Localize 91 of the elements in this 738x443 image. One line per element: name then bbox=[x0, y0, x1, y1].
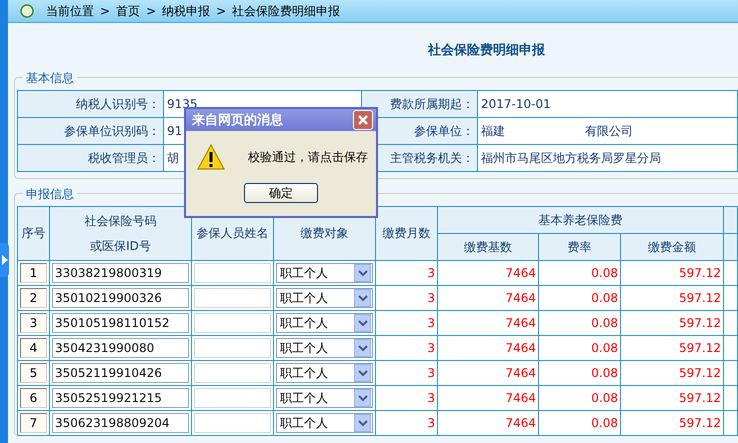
table-cell: 597.12 bbox=[620, 260, 724, 286]
arrow-right-icon bbox=[2, 255, 8, 265]
table-cell: 597.12 bbox=[620, 336, 724, 360]
index-field[interactable]: 4 bbox=[20, 338, 47, 358]
table-cell: 7464 bbox=[438, 336, 538, 360]
breadcrumb-separator: > bbox=[216, 4, 226, 18]
column-header: 社会保险号码 或医保ID号 bbox=[50, 206, 192, 260]
ok-button[interactable]: 确定 bbox=[244, 183, 318, 203]
field-value-text: 胡 bbox=[167, 150, 179, 164]
name-field[interactable] bbox=[194, 413, 271, 433]
field-label: 参保单位识别码： bbox=[18, 118, 164, 144]
table-cell: 7464 bbox=[438, 310, 538, 336]
id-field[interactable]: 350623198809204 bbox=[52, 413, 189, 433]
table-cell: 0.08 bbox=[538, 386, 620, 410]
table-cell: 7464 bbox=[438, 410, 538, 436]
table-cell: 3 bbox=[376, 260, 438, 286]
table-cell: 7464 bbox=[438, 386, 538, 410]
section-legend: 基本信息 bbox=[23, 70, 77, 87]
table-cell: 0.08 bbox=[538, 260, 620, 286]
table-cell: 3 bbox=[376, 360, 438, 386]
name-field[interactable] bbox=[194, 388, 271, 408]
section-legend: 申报信息 bbox=[23, 186, 77, 203]
name-field[interactable] bbox=[194, 263, 271, 283]
target-select[interactable]: 职工个人 bbox=[276, 413, 373, 433]
breadcrumb-link[interactable]: 首页 bbox=[116, 2, 140, 20]
index-field[interactable]: 3 bbox=[20, 313, 47, 333]
target-select[interactable]: 职工个人 bbox=[276, 363, 373, 383]
name-field[interactable] bbox=[194, 338, 271, 358]
field-value-text: 福建 bbox=[481, 124, 505, 138]
field-value-text: 91 bbox=[167, 124, 182, 138]
id-field[interactable]: 3504231990080 bbox=[52, 338, 189, 358]
target-select[interactable]: 职工个人 bbox=[276, 338, 373, 358]
table-cell: 3 bbox=[376, 286, 438, 310]
field-value-text: 福州市马尾区地方税务局罗星分局 bbox=[481, 150, 661, 164]
field-label: 税收管理员： bbox=[18, 144, 164, 172]
name-field[interactable] bbox=[194, 288, 271, 308]
id-field[interactable]: 35010219900326 bbox=[52, 288, 189, 308]
index-field[interactable]: 1 bbox=[20, 263, 47, 283]
table-cell: 597.12 bbox=[620, 410, 724, 436]
close-button[interactable] bbox=[353, 110, 373, 130]
table-cell: 3 bbox=[376, 336, 438, 360]
target-select[interactable]: 职工个人 bbox=[276, 313, 373, 333]
breadcrumb-separator: > bbox=[146, 4, 156, 18]
name-field[interactable] bbox=[194, 313, 271, 333]
table-cell: 7464 bbox=[438, 260, 538, 286]
column-header: 缴费月数 bbox=[376, 206, 438, 260]
id-field[interactable]: 35052119910426 bbox=[52, 363, 189, 383]
table-cell: 0.08 bbox=[538, 410, 620, 436]
table-cell: 0.08 bbox=[538, 360, 620, 386]
index-field[interactable]: 5 bbox=[20, 363, 47, 383]
table-cell: 3 bbox=[376, 386, 438, 410]
target-select[interactable]: 职工个人 bbox=[276, 388, 373, 408]
field-value-text: 2017-10-01 bbox=[481, 97, 551, 111]
target-select[interactable]: 职工个人 bbox=[276, 288, 373, 308]
index-field[interactable]: 6 bbox=[20, 388, 47, 408]
breadcrumb-separator: > bbox=[100, 4, 110, 18]
dialog-title: 来自网页的消息 bbox=[192, 112, 283, 129]
column-header: 费率 bbox=[538, 234, 620, 260]
column-header: 缴费基数 bbox=[438, 234, 538, 260]
table-cell: 0.08 bbox=[538, 310, 620, 336]
breadcrumb-label: 当前位置 bbox=[46, 2, 94, 20]
table-cell: 3 bbox=[376, 410, 438, 436]
circle-icon bbox=[20, 4, 34, 18]
table-cell: 597.12 bbox=[620, 386, 724, 410]
table-cell: 7464 bbox=[438, 286, 538, 310]
breadcrumb-link[interactable]: 社会保险费明细申报 bbox=[232, 2, 340, 20]
breadcrumb-link[interactable]: 纳税申报 bbox=[162, 2, 210, 20]
column-header: 序号 bbox=[18, 206, 50, 260]
field-value-text: 有限公司 bbox=[585, 124, 633, 138]
target-select[interactable]: 职工个人 bbox=[276, 263, 373, 283]
id-field[interactable]: 35052519921215 bbox=[52, 388, 189, 408]
page-title: 社会保险费明细申报 bbox=[428, 42, 545, 59]
id-field[interactable]: 33038219800319 bbox=[52, 263, 189, 283]
table-cell: 0.08 bbox=[538, 336, 620, 360]
warning-icon bbox=[196, 143, 226, 171]
table-cell: 0.08 bbox=[538, 286, 620, 310]
id-field[interactable]: 350105198110152 bbox=[52, 313, 189, 333]
name-field[interactable] bbox=[194, 363, 271, 383]
index-field[interactable]: 2 bbox=[20, 288, 47, 308]
field-label: 费款所属期起： bbox=[362, 90, 478, 118]
index-field[interactable]: 7 bbox=[20, 413, 47, 433]
table-cell: 597.12 bbox=[620, 286, 724, 310]
column-header: 缴费金额 bbox=[620, 234, 724, 260]
table-cell: 7464 bbox=[438, 360, 538, 386]
field-label: 纳税人识别号： bbox=[18, 90, 164, 118]
close-icon bbox=[357, 114, 369, 126]
table-cell: 3 bbox=[376, 310, 438, 336]
expand-tab[interactable] bbox=[0, 243, 9, 277]
table-cell: 597.12 bbox=[620, 310, 724, 336]
column-group-header: 基本养老保险费 bbox=[438, 206, 724, 234]
table-cell: 597.12 bbox=[620, 360, 724, 386]
